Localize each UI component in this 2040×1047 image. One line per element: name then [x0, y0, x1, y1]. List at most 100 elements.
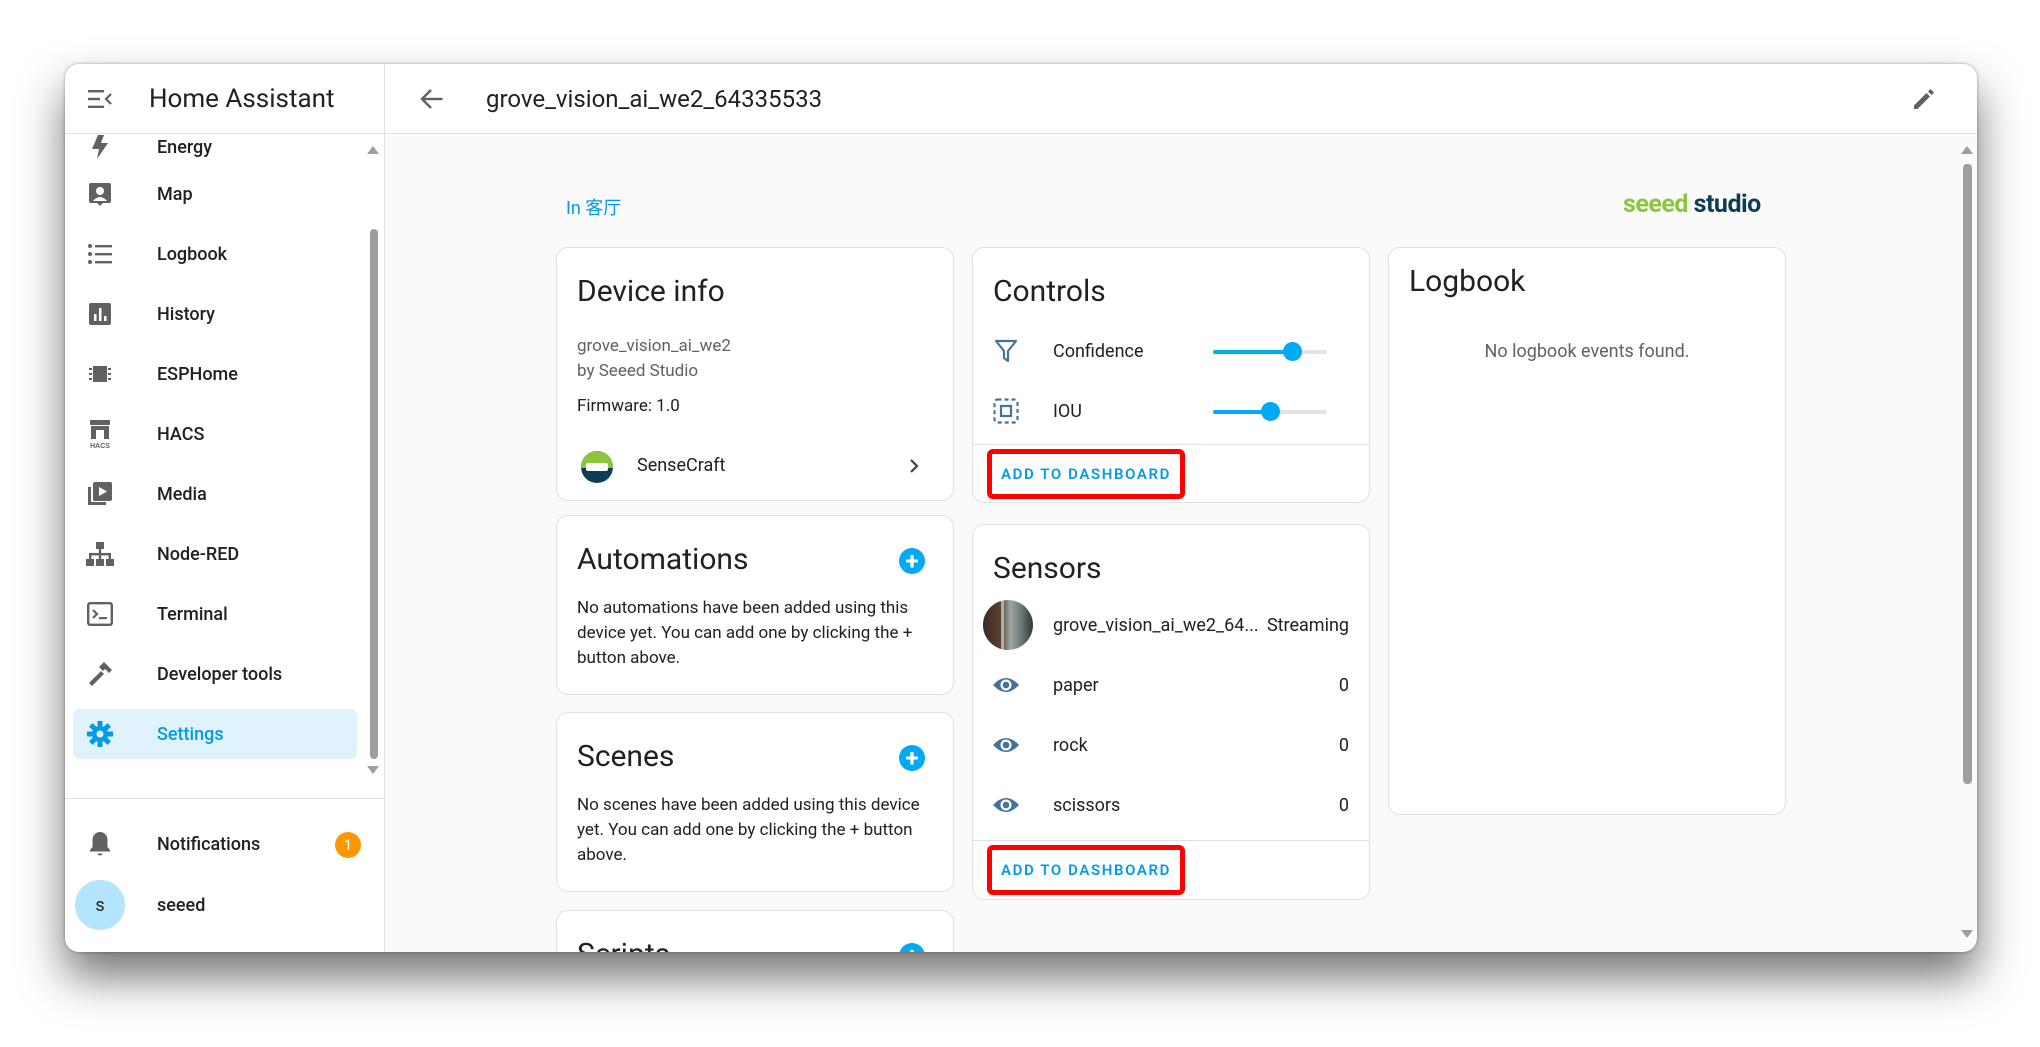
- sensor-value: 0: [1338, 674, 1349, 696]
- sidebar-item-settings[interactable]: Settings: [73, 709, 357, 759]
- main-scroll-up-arrow[interactable]: [1961, 146, 1973, 154]
- sidebar-header: Home Assistant: [65, 64, 385, 134]
- user-name: seeed: [157, 894, 206, 916]
- menu-collapse-icon[interactable]: [82, 81, 118, 117]
- back-arrow-icon[interactable]: [412, 79, 452, 119]
- sidebar-item-label: ESPHome: [157, 363, 238, 385]
- scripts-card: Scripts +: [556, 910, 954, 952]
- top-bar: grove_vision_ai_we2_64335533: [385, 64, 1977, 134]
- notifications-label: Notifications: [157, 833, 261, 855]
- select-group-icon: [989, 394, 1023, 428]
- card-title: Scenes: [577, 739, 675, 774]
- logbook-empty-text: No logbook events found.: [1484, 341, 1690, 362]
- sidebar-item-map[interactable]: Map: [73, 169, 357, 219]
- control-row-confidence: Confidence: [973, 326, 1369, 376]
- sidebar-item-energy[interactable]: Energy: [73, 134, 357, 172]
- card-title: Scripts: [577, 937, 670, 952]
- control-name: IOU: [1053, 400, 1082, 422]
- chart-box-icon: [83, 297, 117, 331]
- svg-text:HACS: HACS: [90, 443, 110, 449]
- sidebar-item-developer-tools[interactable]: Developer tools: [73, 649, 357, 699]
- sidebar-item-media[interactable]: Media: [73, 469, 357, 519]
- integration-row[interactable]: SenseCraft: [557, 440, 953, 494]
- sidebar-scroll-down-arrow[interactable]: [367, 766, 379, 774]
- add-to-dashboard-button[interactable]: ADD TO DASHBOARD: [987, 449, 1185, 499]
- sidebar-item-label: Developer tools: [157, 663, 283, 685]
- hacs-icon: HACS: [83, 417, 117, 451]
- sidebar-item-terminal[interactable]: Terminal: [73, 589, 357, 639]
- sensor-value: 0: [1338, 734, 1349, 756]
- sidebar-scroll-up-arrow[interactable]: [367, 146, 379, 154]
- card-title: Device info: [577, 274, 725, 309]
- map-account-icon: [83, 177, 117, 211]
- play-box-multiple-icon: [83, 477, 117, 511]
- eye-icon: [989, 728, 1023, 762]
- seeed-studio-logo: seeed studio: [1623, 190, 1761, 219]
- scenes-card: Scenes + No scenes have been added using…: [556, 712, 954, 892]
- card-title: Controls: [993, 274, 1106, 309]
- cog-icon: [83, 717, 117, 751]
- card-title: Logbook: [1409, 264, 1526, 299]
- sensor-row-rock[interactable]: rock 0: [973, 720, 1369, 770]
- sidebar-item-label: Energy: [157, 136, 213, 158]
- hammer-icon: [83, 657, 117, 691]
- sensor-name: rock: [1053, 734, 1088, 756]
- sitemap-icon: [83, 537, 117, 571]
- device-manufacturer: by Seeed Studio: [577, 361, 699, 381]
- eye-icon: [989, 788, 1023, 822]
- sidebar-item-notifications[interactable]: Notifications 1: [73, 819, 361, 869]
- sidebar-item-hacs[interactable]: HACS HACS: [73, 409, 357, 459]
- sidebar-item-node-red[interactable]: Node-RED: [73, 529, 357, 579]
- area-link[interactable]: In 客厅: [566, 194, 621, 220]
- avatar: s: [75, 880, 125, 930]
- sensecraft-logo-icon: [581, 451, 613, 483]
- main-scroll-down-arrow[interactable]: [1961, 930, 1973, 938]
- sensor-row-paper[interactable]: paper 0: [973, 660, 1369, 710]
- main-scrollbar[interactable]: [1963, 164, 1972, 784]
- sensor-name: scissors: [1053, 794, 1121, 816]
- sidebar-item-label: Settings: [157, 723, 224, 745]
- add-script-button[interactable]: +: [899, 943, 925, 952]
- sensor-row-camera[interactable]: grove_vision_ai_we2_64... Streaming: [973, 600, 1369, 650]
- integration-name: SenseCraft: [637, 455, 726, 476]
- iou-slider[interactable]: [1213, 402, 1327, 421]
- notification-count-badge: 1: [335, 832, 361, 858]
- automations-card: Automations + No automations have been a…: [556, 515, 954, 695]
- device-info-card: Device info grove_vision_ai_we2 by Seeed…: [556, 247, 954, 501]
- main-content: In 客厅 seeed studio Device info grove_vis…: [385, 134, 1977, 952]
- sensor-value: Streaming: [1266, 614, 1349, 636]
- add-to-dashboard-button[interactable]: ADD TO DASHBOARD: [987, 845, 1185, 895]
- bell-icon: [83, 827, 117, 861]
- format-list-bulleted-icon: [83, 237, 117, 271]
- sensor-row-scissors[interactable]: scissors 0: [973, 780, 1369, 830]
- chip-icon: [83, 357, 117, 391]
- device-model: grove_vision_ai_we2: [577, 336, 731, 356]
- app-window: Home Assistant Energy Map Logbook Histor…: [65, 64, 1977, 952]
- controls-card-actions: ADD TO DASHBOARD: [973, 444, 1369, 502]
- card-title: Automations: [577, 542, 749, 577]
- eye-icon: [989, 668, 1023, 702]
- control-name: Confidence: [1053, 340, 1144, 362]
- card-title: Sensors: [993, 551, 1102, 586]
- sidebar-item-esphome[interactable]: ESPHome: [73, 349, 357, 399]
- filter-icon: [989, 334, 1023, 368]
- sidebar-divider: [65, 798, 385, 799]
- sidebar-item-logbook[interactable]: Logbook: [73, 229, 357, 279]
- logbook-card: Logbook No logbook events found.: [1388, 247, 1786, 815]
- pencil-icon[interactable]: [1905, 80, 1943, 118]
- camera-thumbnail: [983, 600, 1033, 650]
- sidebar-item-label: Logbook: [157, 243, 228, 265]
- sidebar: Home Assistant Energy Map Logbook Histor…: [65, 64, 385, 952]
- sidebar-scrollbar[interactable]: [370, 229, 378, 759]
- sensor-name: paper: [1053, 674, 1099, 696]
- automations-empty-text: No automations have been added using thi…: [577, 598, 913, 668]
- console-icon: [83, 597, 117, 631]
- sidebar-item-label: Media: [157, 483, 207, 505]
- add-scene-button[interactable]: +: [899, 745, 925, 771]
- add-automation-button[interactable]: +: [899, 548, 925, 574]
- controls-card: Controls Confidence IOU ADD TO DASHBOARD: [972, 247, 1370, 503]
- sensors-card-actions: ADD TO DASHBOARD: [973, 840, 1369, 899]
- sidebar-item-history[interactable]: History: [73, 289, 357, 339]
- sidebar-user[interactable]: s seeed: [73, 875, 357, 935]
- confidence-slider[interactable]: [1213, 342, 1327, 361]
